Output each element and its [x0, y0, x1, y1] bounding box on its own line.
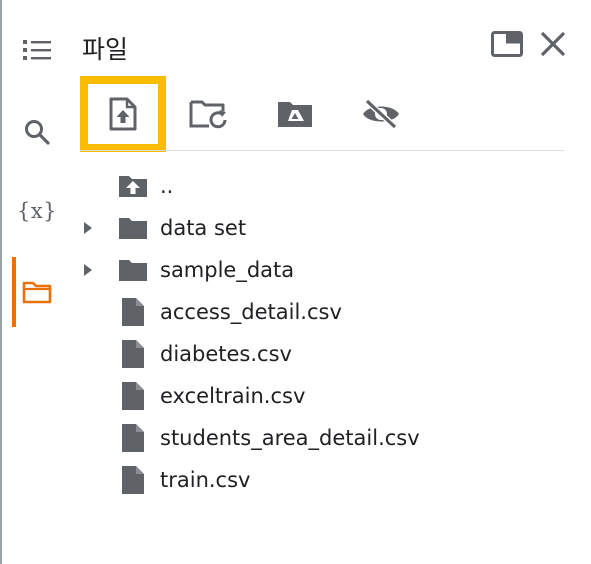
file-label: train.csv [160, 468, 251, 492]
file-item[interactable]: exceltrain.csv [76, 375, 576, 417]
folder-icon [116, 254, 150, 286]
file-icon [116, 296, 150, 328]
refresh-folder-icon [189, 100, 227, 129]
file-icon [116, 422, 150, 454]
toc-list-icon [23, 40, 51, 60]
files-button[interactable] [12, 267, 62, 317]
variables-icon: {x} [16, 199, 58, 223]
folder-item[interactable]: data set [76, 207, 576, 249]
folder-item[interactable]: sample_data [76, 249, 576, 291]
file-item[interactable]: train.csv [76, 459, 576, 501]
expand-arrow-icon[interactable] [82, 263, 94, 277]
close-panel-button[interactable] [535, 26, 571, 62]
file-icon [116, 338, 150, 370]
folder-icon [116, 212, 150, 244]
parent-directory-item[interactable]: .. [76, 165, 576, 207]
search-button[interactable] [12, 107, 62, 157]
visibility-off-icon [363, 98, 399, 130]
file-icon [116, 464, 150, 496]
file-label: exceltrain.csv [160, 384, 306, 408]
file-label: diabetes.csv [160, 342, 292, 366]
file-icon [116, 380, 150, 412]
parent-directory-label: .. [160, 174, 174, 198]
folder-label: data set [160, 216, 247, 240]
file-item[interactable]: access_detail.csv [76, 291, 576, 333]
search-icon [25, 120, 50, 145]
file-toolbar [80, 76, 564, 152]
open-in-tab-button[interactable] [489, 26, 525, 62]
file-label: students_area_detail.csv [160, 426, 420, 450]
open-in-window-icon [491, 31, 523, 57]
file-item[interactable]: diabetes.csv [76, 333, 576, 375]
upload-file-icon [109, 97, 137, 131]
folder-label: sample_data [160, 258, 295, 282]
expand-arrow-icon[interactable] [82, 221, 94, 235]
hide-files-button[interactable] [338, 76, 424, 152]
upload-file-button[interactable] [80, 76, 166, 152]
mount-drive-button[interactable] [252, 76, 338, 152]
side-rail: {x} [0, 0, 70, 564]
file-tree: .. data set sample_data access_detail.cs… [76, 165, 576, 501]
table-of-contents-button[interactable] [12, 25, 62, 75]
file-item[interactable]: students_area_detail.csv [76, 417, 576, 459]
toolbar-divider [80, 150, 564, 151]
close-icon [540, 31, 566, 57]
folder-icon [22, 281, 52, 304]
panel-title: 파일 [82, 35, 129, 64]
folder-up-icon [116, 170, 150, 202]
google-drive-icon [278, 102, 312, 127]
file-label: access_detail.csv [160, 300, 342, 324]
refresh-button[interactable] [166, 76, 252, 152]
variables-button[interactable]: {x} [12, 186, 62, 236]
